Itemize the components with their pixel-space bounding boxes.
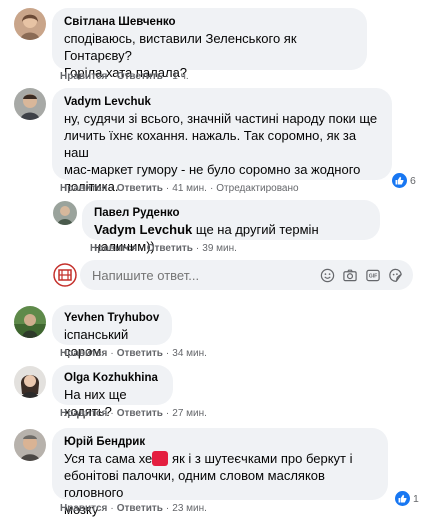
avatar[interactable]: [14, 88, 46, 120]
avatar[interactable]: [14, 306, 46, 338]
like-button[interactable]: Нравится: [60, 183, 107, 194]
comment-actions: Нравится · Ответить · 27 мин.: [60, 408, 207, 419]
reply-button[interactable]: Ответить: [117, 408, 163, 419]
reply-button[interactable]: Ответить: [117, 348, 163, 359]
timestamp[interactable]: 41 мин.: [172, 183, 207, 194]
reaction-count[interactable]: 1: [395, 491, 419, 506]
avatar[interactable]: [14, 429, 46, 461]
timestamp[interactable]: 27 мин.: [172, 408, 207, 419]
avatar[interactable]: [14, 366, 46, 398]
comment-bubble: Павел Руденко Vadym Levchuk ще на другий…: [82, 200, 380, 254]
comment-author[interactable]: Юрій Бендрик: [64, 435, 376, 450]
like-reaction-icon: [392, 173, 407, 188]
avatar[interactable]: [14, 8, 46, 40]
censored-word: ря: [152, 451, 169, 466]
gif-icon[interactable]: GIF: [365, 268, 381, 283]
comment-bubble: Yevhen Tryhubov іспанський сором: [52, 305, 172, 359]
avatar[interactable]: [53, 263, 77, 287]
like-button[interactable]: Нравится: [90, 243, 137, 254]
comment-author[interactable]: Yevhen Tryhubov: [64, 311, 160, 326]
reaction-count[interactable]: 6: [392, 173, 416, 188]
comment-actions: Нравится · Ответить · 41 мин. · Отредактирован…: [60, 183, 299, 194]
mention-link[interactable]: Vadym Levchuk: [94, 222, 192, 237]
avatar[interactable]: [53, 201, 77, 225]
reply-box[interactable]: GIF: [80, 260, 413, 290]
comment-bubble: Світлана Шевченко сподіваюсь, виставили …: [52, 8, 367, 80]
comment-author[interactable]: Павел Руденко: [94, 206, 368, 221]
reply-button[interactable]: Ответить: [117, 183, 163, 194]
like-reaction-icon: [395, 491, 410, 506]
reply-button[interactable]: Ответить: [117, 71, 163, 82]
comment-bubble: Olga Kozhukhina На них ще ходять?: [52, 365, 173, 419]
comment-actions: Нравится · Ответить · 23 мин.: [60, 503, 207, 514]
svg-text:GIF: GIF: [369, 273, 378, 279]
edited-label[interactable]: Отредактировано: [216, 183, 298, 194]
reaction-count-value: 6: [410, 174, 416, 187]
timestamp[interactable]: 39 мин.: [202, 243, 237, 254]
like-button[interactable]: Нравится: [60, 348, 107, 359]
timestamp[interactable]: 34 мин.: [172, 348, 207, 359]
comment-author[interactable]: Olga Kozhukhina: [64, 371, 161, 386]
reply-tools: GIF: [320, 268, 403, 283]
camera-icon[interactable]: [342, 268, 358, 283]
like-button[interactable]: Нравится: [60, 71, 107, 82]
emoji-icon[interactable]: [320, 268, 335, 283]
comment-actions: Нравится · Ответить · 34 мин.: [60, 348, 207, 359]
reply-button[interactable]: Ответить: [147, 243, 193, 254]
comment-bubble: Vadym Levchuk ну, судячи зі всього, знач…: [52, 88, 392, 194]
comment-author[interactable]: Vadym Levchuk: [64, 95, 380, 110]
comment-bubble: Юрій Бендрик Уся та сама херя як і з шут…: [52, 428, 388, 517]
sticker-icon[interactable]: [388, 268, 403, 283]
timestamp[interactable]: 23 мин.: [172, 503, 207, 514]
reply-input[interactable]: [90, 266, 320, 284]
timestamp[interactable]: 1 ч.: [172, 71, 188, 82]
reply-button[interactable]: Ответить: [117, 503, 163, 514]
comment-actions: Нравится · Ответить · 1 ч.: [60, 71, 189, 82]
reaction-count-value: 1: [413, 492, 419, 505]
like-button[interactable]: Нравится: [60, 503, 107, 514]
comment-text-start: Уся та сама хе: [64, 451, 153, 466]
comment-actions: Нравится · Ответить · 39 мин.: [90, 243, 237, 254]
like-button[interactable]: Нравится: [60, 408, 107, 419]
comment-author[interactable]: Світлана Шевченко: [64, 15, 355, 30]
